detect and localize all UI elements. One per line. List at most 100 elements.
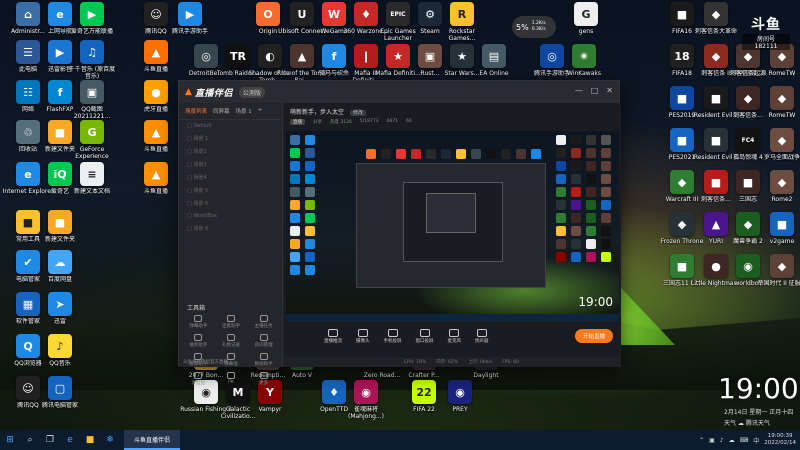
desktop-icon[interactable]: ◆ 帝国时代 II 征服者	[756, 254, 800, 300]
pinned-app-icon[interactable]: ❄	[100, 430, 120, 450]
desktop-icon[interactable]: ◆ RomeTW	[756, 44, 800, 90]
desktop-icon-label: 迅雷	[53, 318, 66, 325]
preview-mini-icon	[305, 252, 315, 262]
desktop-app-icon: ▢	[48, 376, 72, 400]
toolbox-item[interactable]: PK	[216, 372, 247, 389]
desktop-app-icon: ◆	[770, 170, 794, 194]
scene-list-item[interactable]: □ 场景 6	[179, 197, 282, 210]
desktop-icon[interactable]: ◆ 刺客信条大革命	[690, 2, 742, 48]
desktop-icon[interactable]: ➤ 迅雷	[34, 292, 86, 338]
edit-title-button[interactable]: 修改	[349, 110, 366, 116]
desktop-icon[interactable]: ≡ 新建文本文档	[66, 162, 118, 208]
task-view-icon[interactable]: ❐	[40, 430, 60, 450]
preview-nested-window-3	[426, 193, 476, 233]
tray-keyboard-icon[interactable]: ⌨	[740, 437, 749, 444]
add-scene-button[interactable]: +	[258, 107, 263, 115]
stream-companion-window[interactable]: ▲ 直播伴侣 公测版 — □ ✕ 场景列表 同屏幕 场景 1 + □ Defau…	[178, 80, 621, 386]
scene-list-item[interactable]: □ 场景4	[179, 171, 282, 184]
action-button[interactable]: 扬声器	[475, 329, 489, 344]
action-button[interactable]: 窗口投屏	[416, 329, 434, 344]
scene-list-item[interactable]: □ Default	[179, 120, 282, 132]
desktop-icon-label: Zero Road...	[363, 372, 401, 379]
desktop-icon[interactable]: ☁ 百度网盘	[34, 250, 86, 296]
toolbox-item[interactable]: 房间管理	[248, 334, 279, 351]
maximize-button[interactable]: □	[591, 86, 599, 95]
network-speed-widget[interactable]: 5% 1.2K/s 0.3K/s	[512, 16, 556, 38]
toolbox-item[interactable]: 主播任务	[248, 315, 279, 332]
toolbox-item[interactable]: 数据助手	[248, 353, 279, 370]
tab-scene-1[interactable]: 场景 1	[236, 107, 252, 115]
desktop-app-icon: ▤	[482, 44, 506, 68]
desktop-icon[interactable]: G GeForce Experience	[66, 120, 118, 166]
desktop-icon[interactable]: ■ v2game	[756, 212, 800, 258]
weather-widget[interactable]: 天气 ☁ 腾讯天气	[724, 418, 770, 427]
action-button[interactable]: 直播推流	[324, 329, 342, 344]
action-button[interactable]: 手机投屏	[384, 329, 402, 344]
tool-icon	[259, 372, 268, 379]
action-button[interactable]: 麦克风	[448, 329, 461, 344]
desktop-icon[interactable]: ◉ 雀魂麻将 (Mahjong...)	[340, 380, 392, 426]
tab-scene-list[interactable]: 场景列表	[185, 107, 207, 115]
tool-icon	[226, 353, 235, 360]
close-button[interactable]: ✕	[606, 86, 613, 95]
explorer-taskbar-icon[interactable]: ■	[80, 430, 100, 450]
action-button[interactable]: 摄像头	[356, 329, 370, 344]
desktop-icon[interactable]: ▲ 斗鱼直播	[130, 120, 182, 166]
desktop-icon[interactable]: ◆ 罗马全面战争	[756, 128, 800, 174]
scene-list-item[interactable]: □ 场景 8	[179, 222, 282, 235]
desktop-icon[interactable]: ▢ 腾讯电脑管家	[34, 376, 86, 422]
desktop-icon[interactable]: ♪ QQ音乐	[34, 334, 86, 380]
tray-clock[interactable]: 19:00:39 2022/02/14	[764, 433, 796, 447]
desktop-icon[interactable]: ◆ RomeTW	[756, 86, 800, 132]
desktop-icon-label: 爱奇艺万能联播	[70, 28, 113, 35]
toolbox-item[interactable]: 发红包	[183, 372, 214, 389]
preview-mini-icon	[290, 213, 300, 223]
taskbar-active-app[interactable]: 斗鱼直播伴侣	[124, 430, 180, 450]
toolbox-item[interactable]: 连麦助手	[216, 315, 247, 332]
toolbox-item[interactable]: 礼物记录	[216, 334, 247, 351]
preview-mini-icon	[290, 200, 300, 210]
ie-taskbar-icon[interactable]: e	[60, 430, 80, 450]
desktop-app-icon: ◆	[770, 128, 794, 152]
start-button[interactable]: ⊞	[0, 430, 20, 450]
scene-list-item[interactable]: □ 场景2	[179, 145, 282, 158]
desktop-icon[interactable]: ◆ Rome2	[756, 170, 800, 216]
stream-preview[interactable]: 19:00	[286, 131, 619, 321]
system-tray: ⌃ ▣ ♪ ☁ ⌨ 中 19:00:39 2022/02/14	[699, 430, 796, 450]
tool-label: 礼物记录	[221, 343, 240, 348]
desktop-icon-label: RomeTW	[768, 70, 796, 77]
status-footer: CPU: 18% 内存: 62% 上行: 0kb/s FPS: 60	[284, 357, 621, 367]
desktop-app-icon: ◆	[704, 2, 728, 26]
desktop-icon[interactable]: ◉ PREY	[434, 380, 486, 426]
tray-ime-icon[interactable]: 中	[753, 436, 759, 445]
stat-share[interactable]: 分享	[313, 119, 322, 125]
preview-icons-left	[290, 135, 317, 275]
preview-mini-icon	[516, 149, 526, 159]
tray-volume-icon[interactable]: ♪	[720, 437, 724, 444]
scene-list-item[interactable]: □ WorldBox	[179, 210, 282, 222]
search-icon[interactable]: ⌕	[20, 430, 40, 450]
tray-chevron-icon[interactable]: ⌃	[699, 437, 704, 444]
scene-list-item[interactable]: □ 场景 1	[179, 132, 282, 145]
preview-mini-icon	[571, 135, 581, 145]
tab-same-screen[interactable]: 同屏幕	[213, 107, 230, 115]
desktop-icon[interactable]: ▲ 斗鱼直播	[130, 162, 182, 208]
tray-network-icon[interactable]: ☁	[729, 437, 735, 444]
desktop-icon-label: FIFA 22	[413, 406, 435, 413]
scene-list-item[interactable]: □ 场景3	[179, 158, 282, 171]
desktop-icon[interactable]: Ggens	[560, 2, 612, 48]
start-live-button[interactable]: 开始直播	[575, 329, 613, 343]
stat-fps: 60	[406, 119, 412, 124]
preview-mini-icon	[501, 149, 511, 159]
toolbox-item[interactable]: 更多	[248, 372, 279, 389]
desktop-icon[interactable]: R Rockstar Games...	[436, 2, 488, 48]
window-titlebar[interactable]: ▲ 直播伴侣 公测版 — □ ✕	[179, 81, 619, 103]
footer-fps: FPS: 60	[502, 359, 520, 365]
desktop-icon[interactable]: ▶ 腾讯手游助手	[164, 2, 216, 48]
minimize-button[interactable]: —	[575, 86, 583, 95]
toolbox-item[interactable]: 弹幕助手	[183, 315, 214, 332]
scene-list-item[interactable]: □ 场景 5	[179, 184, 282, 197]
toolbox-item[interactable]: 抽奖助手	[183, 334, 214, 351]
tray-app-icon[interactable]: ▣	[709, 437, 715, 444]
action-icon	[476, 329, 487, 337]
